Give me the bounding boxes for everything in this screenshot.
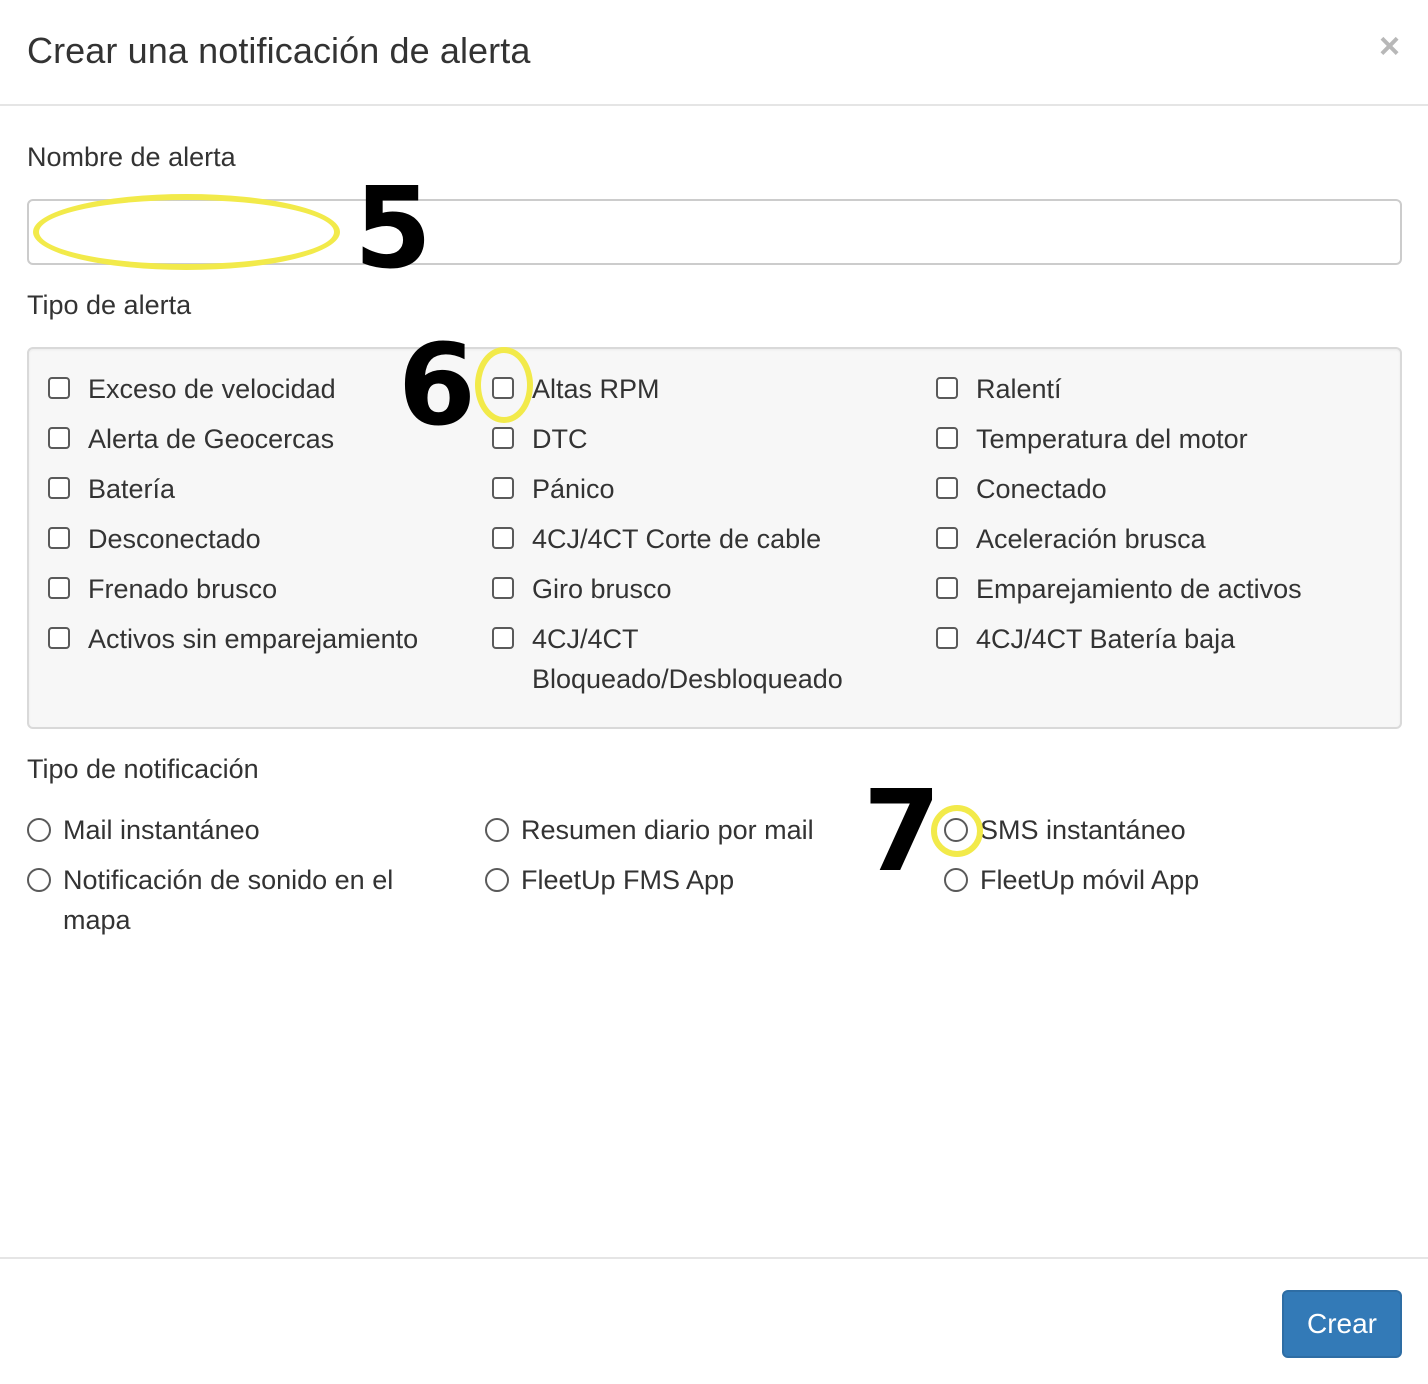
checkbox-icon[interactable] [48,627,70,649]
annotation-step-5: 5 [354,164,432,294]
radio-fleetup-movil-app[interactable]: FleetUp móvil App [944,860,1199,900]
radio-sms-instantaneo[interactable]: SMS instantáneo [944,810,1186,850]
modal-header: Crear una notificación de alerta × [0,0,1428,106]
checkbox-icon[interactable] [492,627,514,649]
create-button[interactable]: Crear [1282,1290,1402,1358]
radio-icon[interactable] [944,818,968,842]
modal-title: Crear una notificación de alerta [27,30,531,71]
checkbox-alerta-de-geocercas[interactable]: Alerta de Geocercas [48,419,334,459]
notification-type-label: Tipo de notificación [27,754,259,784]
checkbox-bloqueado-desbloqueado[interactable]: 4CJ/4CT Bloqueado/Desbloqueado [492,619,872,699]
close-icon[interactable]: × [1379,28,1400,64]
checkbox-icon[interactable] [936,427,958,449]
checkbox-icon[interactable] [492,477,514,499]
annotation-step-7: 7 [863,767,941,897]
alert-name-input[interactable] [27,199,1402,265]
checkbox-icon[interactable] [48,427,70,449]
radio-icon[interactable] [485,818,509,842]
checkbox-dtc[interactable]: DTC [492,419,588,459]
checkbox-bateria[interactable]: Batería [48,469,175,509]
radio-mail-instantaneo[interactable]: Mail instantáneo [27,810,260,850]
radio-icon[interactable] [27,818,51,842]
checkbox-bateria-baja[interactable]: 4CJ/4CT Batería baja [936,619,1235,659]
radio-icon[interactable] [485,868,509,892]
footer-divider [0,1257,1428,1259]
checkbox-emparejamiento-de-activos[interactable]: Emparejamiento de activos [936,569,1302,609]
checkbox-icon[interactable] [48,477,70,499]
checkbox-icon[interactable] [48,577,70,599]
checkbox-corte-de-cable[interactable]: 4CJ/4CT Corte de cable [492,519,821,559]
annotation-step-6: 6 [398,321,476,451]
checkbox-temperatura-del-motor[interactable]: Temperatura del motor [936,419,1248,459]
checkbox-exceso-de-velocidad[interactable]: Exceso de velocidad [48,369,336,409]
checkbox-desconectado[interactable]: Desconectado [48,519,261,559]
checkbox-giro-brusco[interactable]: Giro brusco [492,569,672,609]
alert-name-label: Nombre de alerta [27,142,236,172]
radio-resumen-diario[interactable]: Resumen diario por mail [485,810,814,850]
alert-type-panel: Exceso de velocidad Altas RPM Ralentí Al… [27,347,1402,729]
checkbox-icon[interactable] [492,427,514,449]
checkbox-icon[interactable] [48,377,70,399]
checkbox-conectado[interactable]: Conectado [936,469,1107,509]
checkbox-activos-sin-emparejamiento[interactable]: Activos sin emparejamiento [48,619,418,659]
alert-type-label: Tipo de alerta [27,290,192,320]
checkbox-icon[interactable] [936,627,958,649]
checkbox-icon[interactable] [936,377,958,399]
checkbox-icon[interactable] [936,577,958,599]
checkbox-icon[interactable] [48,527,70,549]
checkbox-icon[interactable] [492,577,514,599]
checkbox-aceleracion-brusca[interactable]: Aceleración brusca [936,519,1206,559]
checkbox-icon[interactable] [936,477,958,499]
checkbox-icon[interactable] [936,527,958,549]
checkbox-ralenti[interactable]: Ralentí [936,369,1062,409]
radio-fleetup-fms-app[interactable]: FleetUp FMS App [485,860,734,900]
radio-icon[interactable] [944,868,968,892]
radio-icon[interactable] [27,868,51,892]
checkbox-icon[interactable] [492,377,514,399]
checkbox-altas-rpm[interactable]: Altas RPM [492,369,660,409]
checkbox-frenado-brusco[interactable]: Frenado brusco [48,569,277,609]
checkbox-panico[interactable]: Pánico [492,469,615,509]
checkbox-icon[interactable] [492,527,514,549]
radio-sonido-en-mapa[interactable]: Notificación de sonido en el mapa [27,860,427,940]
